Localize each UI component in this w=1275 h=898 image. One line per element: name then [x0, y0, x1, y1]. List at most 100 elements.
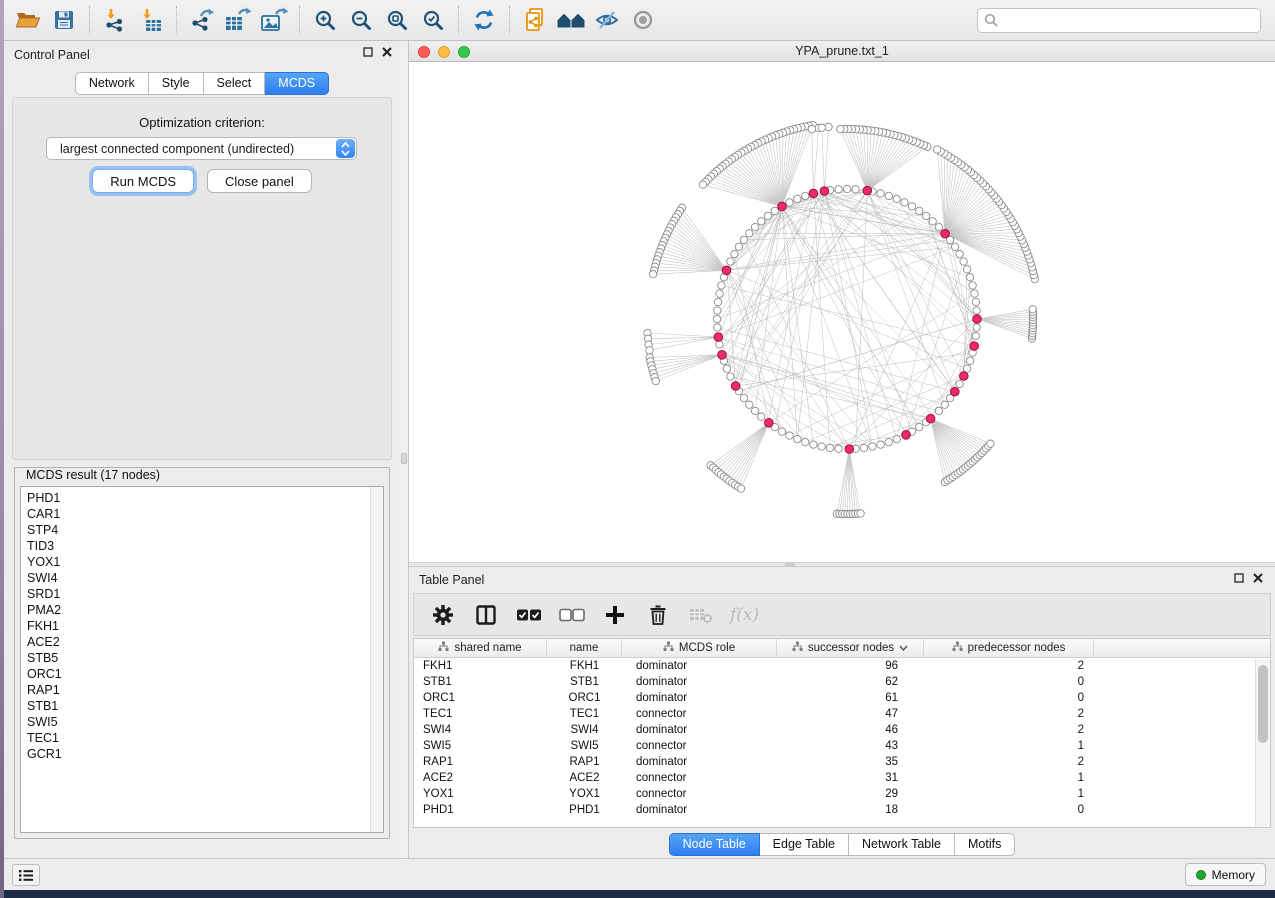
network-node[interactable] [987, 440, 994, 447]
column-header-MCDS-role[interactable]: MCDS role [622, 639, 777, 657]
network-node[interactable] [835, 445, 842, 452]
close-panel-button[interactable]: Close panel [207, 169, 312, 193]
table-cell[interactable]: TEC1 [547, 706, 622, 722]
network-node[interactable] [746, 230, 753, 237]
mcds-result-item[interactable]: PHD1 [27, 490, 383, 506]
zoom-in-icon[interactable] [307, 4, 343, 36]
minimize-window-icon[interactable] [438, 46, 450, 58]
mcds-node[interactable] [863, 186, 872, 195]
table-cell[interactable]: 0 [924, 674, 1094, 690]
network-node[interactable] [893, 195, 900, 202]
table-cell[interactable]: PHD1 [547, 802, 622, 818]
network-node[interactable] [908, 203, 915, 210]
column-header-name[interactable]: name [547, 639, 622, 657]
mcds-result-item[interactable]: GCR1 [27, 746, 383, 762]
run-mcds-button[interactable]: Run MCDS [92, 169, 194, 193]
show-columns-icon[interactable] [472, 601, 500, 629]
mcds-result-item[interactable]: PMA2 [27, 602, 383, 618]
table-cell[interactable]: 2 [924, 754, 1094, 770]
hide-selected-icon[interactable] [589, 4, 625, 36]
table-cell[interactable]: connector [622, 786, 777, 802]
network-node[interactable] [885, 438, 892, 445]
network-node[interactable] [972, 298, 979, 305]
network-node[interactable] [857, 510, 864, 517]
mcds-node[interactable] [718, 351, 727, 360]
network-node[interactable] [740, 394, 747, 401]
network-node[interactable] [941, 401, 948, 408]
table-row[interactable]: STB1STB1dominator620 [414, 674, 1270, 690]
table-cell[interactable]: dominator [622, 802, 777, 818]
network-node[interactable] [852, 186, 859, 193]
network-node[interactable] [956, 250, 963, 257]
table-cell[interactable]: 1 [924, 738, 1094, 754]
tab-network-table[interactable]: Network Table [849, 833, 955, 856]
network-window-titlebar[interactable]: YPA_prune.txt_1 [409, 41, 1275, 62]
network-node[interactable] [649, 271, 656, 278]
network-node[interactable] [751, 223, 758, 230]
table-cell[interactable]: dominator [622, 658, 777, 674]
network-node[interactable] [713, 315, 720, 322]
mcds-node[interactable] [951, 387, 960, 396]
network-node[interactable] [951, 243, 958, 250]
mcds-node[interactable] [941, 229, 950, 238]
mcds-node[interactable] [973, 315, 982, 324]
mcds-node[interactable] [765, 419, 774, 428]
table-cell[interactable]: TEC1 [414, 706, 547, 722]
tab-motifs[interactable]: Motifs [955, 833, 1015, 856]
zoom-selected-icon[interactable] [415, 4, 451, 36]
table-cell[interactable]: ORC1 [547, 690, 622, 706]
mcds-result-item[interactable]: ORC1 [27, 666, 383, 682]
network-node[interactable] [963, 266, 970, 273]
table-cell[interactable]: connector [622, 770, 777, 786]
network-graph[interactable] [409, 62, 1275, 562]
tab-node-table[interactable]: Node Table [669, 833, 760, 856]
table-cell[interactable]: PHD1 [414, 802, 547, 818]
refresh-icon[interactable] [466, 4, 502, 36]
select-all-icon[interactable] [515, 601, 543, 629]
mcds-result-item[interactable]: YOX1 [27, 554, 383, 570]
network-node[interactable] [885, 192, 892, 199]
network-node[interactable] [826, 444, 833, 451]
network-node[interactable] [786, 432, 793, 439]
table-cell[interactable]: ACE2 [547, 770, 622, 786]
mcds-node[interactable] [722, 266, 731, 275]
mcds-result-item[interactable]: STP4 [27, 522, 383, 538]
mcds-result-item[interactable]: TID3 [27, 538, 383, 554]
table-cell[interactable]: SWI4 [414, 722, 547, 738]
network-node[interactable] [969, 282, 976, 289]
network-node[interactable] [794, 435, 801, 442]
network-node[interactable] [737, 485, 744, 492]
network-node[interactable] [808, 126, 815, 133]
network-node[interactable] [652, 377, 659, 384]
mcds-result-item[interactable]: SRD1 [27, 586, 383, 602]
mcds-result-item[interactable]: STB1 [27, 698, 383, 714]
column-header-predecessor-nodes[interactable]: predecessor nodes [924, 639, 1094, 657]
vertical-splitter[interactable] [400, 41, 408, 858]
mcds-node[interactable] [714, 333, 723, 342]
column-header-shared-name[interactable]: shared name [414, 639, 547, 657]
network-node[interactable] [802, 192, 809, 199]
network-node[interactable] [893, 435, 900, 442]
network-node[interactable] [1029, 306, 1036, 313]
splitter-handle[interactable] [401, 453, 407, 464]
network-node[interactable] [960, 258, 967, 265]
table-settings-icon[interactable] [429, 601, 457, 629]
create-column-icon[interactable] [601, 601, 629, 629]
table-cell[interactable]: 47 [777, 706, 924, 722]
zoom-out-icon[interactable] [343, 4, 379, 36]
network-node[interactable] [771, 207, 778, 214]
float-panel-icon[interactable] [363, 47, 373, 57]
network-node[interactable] [837, 125, 844, 132]
mcds-result-item[interactable]: STB5 [27, 650, 383, 666]
close-window-icon[interactable] [418, 46, 430, 58]
table-scrollbar[interactable] [1255, 659, 1270, 827]
network-node[interactable] [735, 243, 742, 250]
network-node[interactable] [877, 190, 884, 197]
network-node[interactable] [810, 441, 817, 448]
mcds-result-item[interactable]: TEC1 [27, 730, 383, 746]
network-node[interactable] [825, 123, 832, 130]
export-table-icon[interactable] [220, 4, 256, 36]
network-node[interactable] [714, 324, 721, 331]
table-cell[interactable]: dominator [622, 690, 777, 706]
zoom-fit-icon[interactable] [379, 4, 415, 36]
